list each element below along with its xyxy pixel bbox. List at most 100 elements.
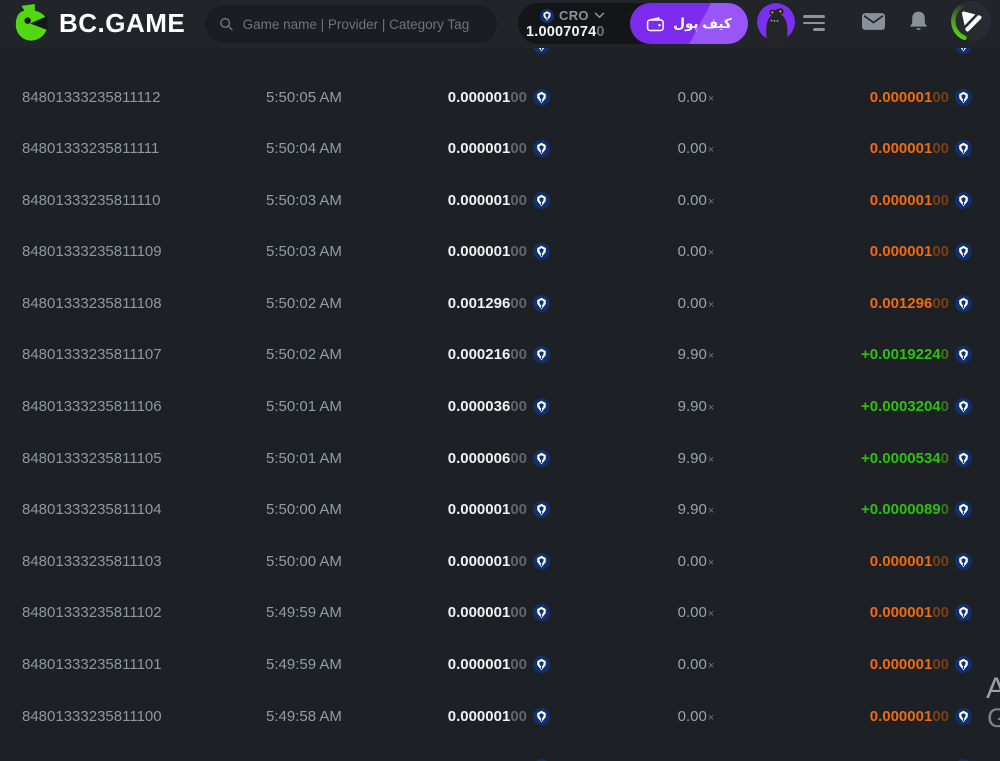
payout-main: +0.0003204: [860, 398, 941, 416]
multiplier: 0.00×: [550, 140, 782, 157]
top-navbar: BC.GAME CRO 1.00070740 کیف پو: [0, 0, 1000, 48]
payout: 0.00129600: [782, 294, 972, 312]
multiplier: 0.00×: [550, 656, 782, 673]
bet-amount-main: 0.000001: [447, 656, 511, 674]
table-row[interactable]: 84801333235811109 5:50:03 AM 0.00000100 …: [0, 226, 1000, 278]
bcgame-logo[interactable]: BC.GAME: [12, 3, 185, 43]
bet-id: 84801333235811103: [22, 552, 162, 570]
table-row[interactable]: 84801333235811112 5:50:05 AM 0.00000100 …: [0, 71, 1000, 123]
payout-main: 0.001296: [869, 294, 933, 312]
table-row[interactable]: 84801333235811101 5:49:59 AM 0.00000100 …: [0, 639, 1000, 691]
payout-main: +0.0019224: [860, 346, 941, 364]
multiplier: 9.90×: [550, 450, 782, 467]
bet-amount-dim: 00: [510, 449, 527, 467]
multiplier-value: 0.00: [677, 604, 707, 622]
bet-time: 5:50:02 AM: [266, 346, 342, 364]
payout: 0.00000100: [782, 604, 972, 622]
multiplier-x: ×: [707, 660, 715, 673]
table-row-partial-bottom: [0, 742, 1000, 761]
cro-coin-icon: [955, 552, 972, 570]
game-search-bar[interactable]: [205, 5, 497, 43]
table-row[interactable]: 84801333235811105 5:50:01 AM 0.00000600 …: [0, 432, 1000, 484]
mail-icon[interactable]: [862, 13, 885, 30]
multiplier: 9.90×: [550, 501, 782, 518]
table-row-partial-top: [0, 48, 1000, 71]
user-avatar[interactable]: [757, 3, 795, 41]
bet-amount-dim: 00: [510, 604, 527, 622]
bet-amount-dim: 00: [510, 88, 527, 106]
cro-coin-icon: [955, 191, 972, 209]
bet-time: 5:50:03 AM: [266, 243, 342, 261]
payout-dim: 00: [932, 656, 949, 674]
payout-dim: 00: [932, 243, 949, 261]
table-row[interactable]: 84801333235811110 5:50:03 AM 0.00000100 …: [0, 174, 1000, 226]
table-row[interactable]: 84801333235811106 5:50:01 AM 0.00003600 …: [0, 381, 1000, 433]
table-row[interactable]: 84801333235811103 5:50:00 AM 0.00000100 …: [0, 536, 1000, 588]
bet-id: 84801333235811108: [22, 294, 162, 312]
table-row[interactable]: 84801333235811107 5:50:02 AM 0.00021600 …: [0, 329, 1000, 381]
bet-time: 5:50:05 AM: [266, 88, 342, 106]
bet-id: 84801333235811111: [22, 140, 160, 158]
payout: 0.00000100: [782, 243, 972, 261]
edge-cutoff-text-g: G: [987, 703, 1000, 733]
bet-amount-dim: 00: [510, 294, 527, 312]
menu-icon[interactable]: [803, 15, 825, 31]
edge-cutoff-text-a: A: [986, 672, 1000, 705]
bet-id: 84801333235811104: [22, 501, 162, 519]
cro-coin-icon: [533, 604, 550, 622]
search-input[interactable]: [242, 16, 483, 32]
cro-coin-icon: [955, 398, 972, 416]
quest-flag-icon[interactable]: [951, 1, 991, 41]
bet-time: 5:50:02 AM: [266, 294, 342, 312]
multiplier: 0.00×: [550, 243, 782, 260]
bet-amount: 0.00021600: [416, 346, 550, 364]
wallet-button[interactable]: کیف پول: [630, 3, 748, 44]
bet-id: 84801333235811109: [22, 243, 162, 261]
wallet-icon: [647, 16, 665, 31]
cro-coin-icon: [533, 48, 550, 54]
bet-amount: 0.00000100: [416, 501, 550, 519]
bet-amount-dim: 00: [510, 191, 527, 209]
payout-main: 0.000001: [869, 191, 933, 209]
table-row[interactable]: 84801333235811102 5:49:59 AM 0.00000100 …: [0, 587, 1000, 639]
bet-id: 84801333235811101: [22, 656, 162, 674]
currency-code: CRO: [559, 8, 589, 23]
multiplier-value: 9.90: [677, 501, 707, 519]
cro-coin-icon: [955, 449, 972, 467]
bet-amount-dim: 00: [510, 656, 527, 674]
bet-time: 5:49:59 AM: [266, 604, 342, 622]
table-row[interactable]: 84801333235811100 5:49:58 AM 0.00000100 …: [0, 690, 1000, 742]
table-row[interactable]: 84801333235811108 5:50:02 AM 0.00129600 …: [0, 278, 1000, 330]
multiplier-x: ×: [707, 608, 715, 621]
bet-amount-dim: 00: [510, 707, 527, 725]
bet-amount: 0.00000100: [416, 191, 550, 209]
cro-coin-icon: [533, 88, 550, 106]
multiplier-value: 0.00: [677, 707, 707, 725]
bets-table-body: 84801333235811112 5:50:05 AM 0.00000100 …: [0, 71, 1000, 742]
payout-dim: 0: [940, 449, 949, 467]
bet-time: 5:50:00 AM: [266, 501, 342, 519]
bet-amount-main: 0.000036: [447, 398, 511, 416]
cro-coin-icon: [955, 88, 972, 106]
cro-coin-icon: [955, 707, 972, 725]
cro-coin-icon: [955, 48, 972, 54]
bet-time: 5:49:58 AM: [266, 707, 342, 725]
currency-selector[interactable]: CRO 1.00070740: [518, 3, 636, 44]
bet-amount: 0.00003600: [416, 398, 550, 416]
payout: 0.00000100: [782, 140, 972, 158]
multiplier: 9.90×: [550, 346, 782, 363]
search-icon: [220, 17, 233, 31]
bet-amount-dim: 00: [510, 243, 527, 261]
bet-id: 84801333235811100: [22, 707, 162, 725]
notifications-bell-icon[interactable]: [908, 10, 929, 33]
wallet-button-label: کیف پول: [673, 15, 732, 31]
payout: 0.00000100: [782, 88, 972, 106]
multiplier: 0.00×: [550, 89, 782, 106]
table-row[interactable]: 84801333235811104 5:50:00 AM 0.00000100 …: [0, 484, 1000, 536]
bet-time: 5:50:03 AM: [266, 191, 342, 209]
payout-dim: 0: [940, 501, 949, 519]
payout-dim: 00: [932, 707, 949, 725]
bet-time: 5:50:00 AM: [266, 552, 342, 570]
table-row[interactable]: 84801333235811111 5:50:04 AM 0.00000100 …: [0, 123, 1000, 175]
payout-dim: 00: [932, 140, 949, 158]
